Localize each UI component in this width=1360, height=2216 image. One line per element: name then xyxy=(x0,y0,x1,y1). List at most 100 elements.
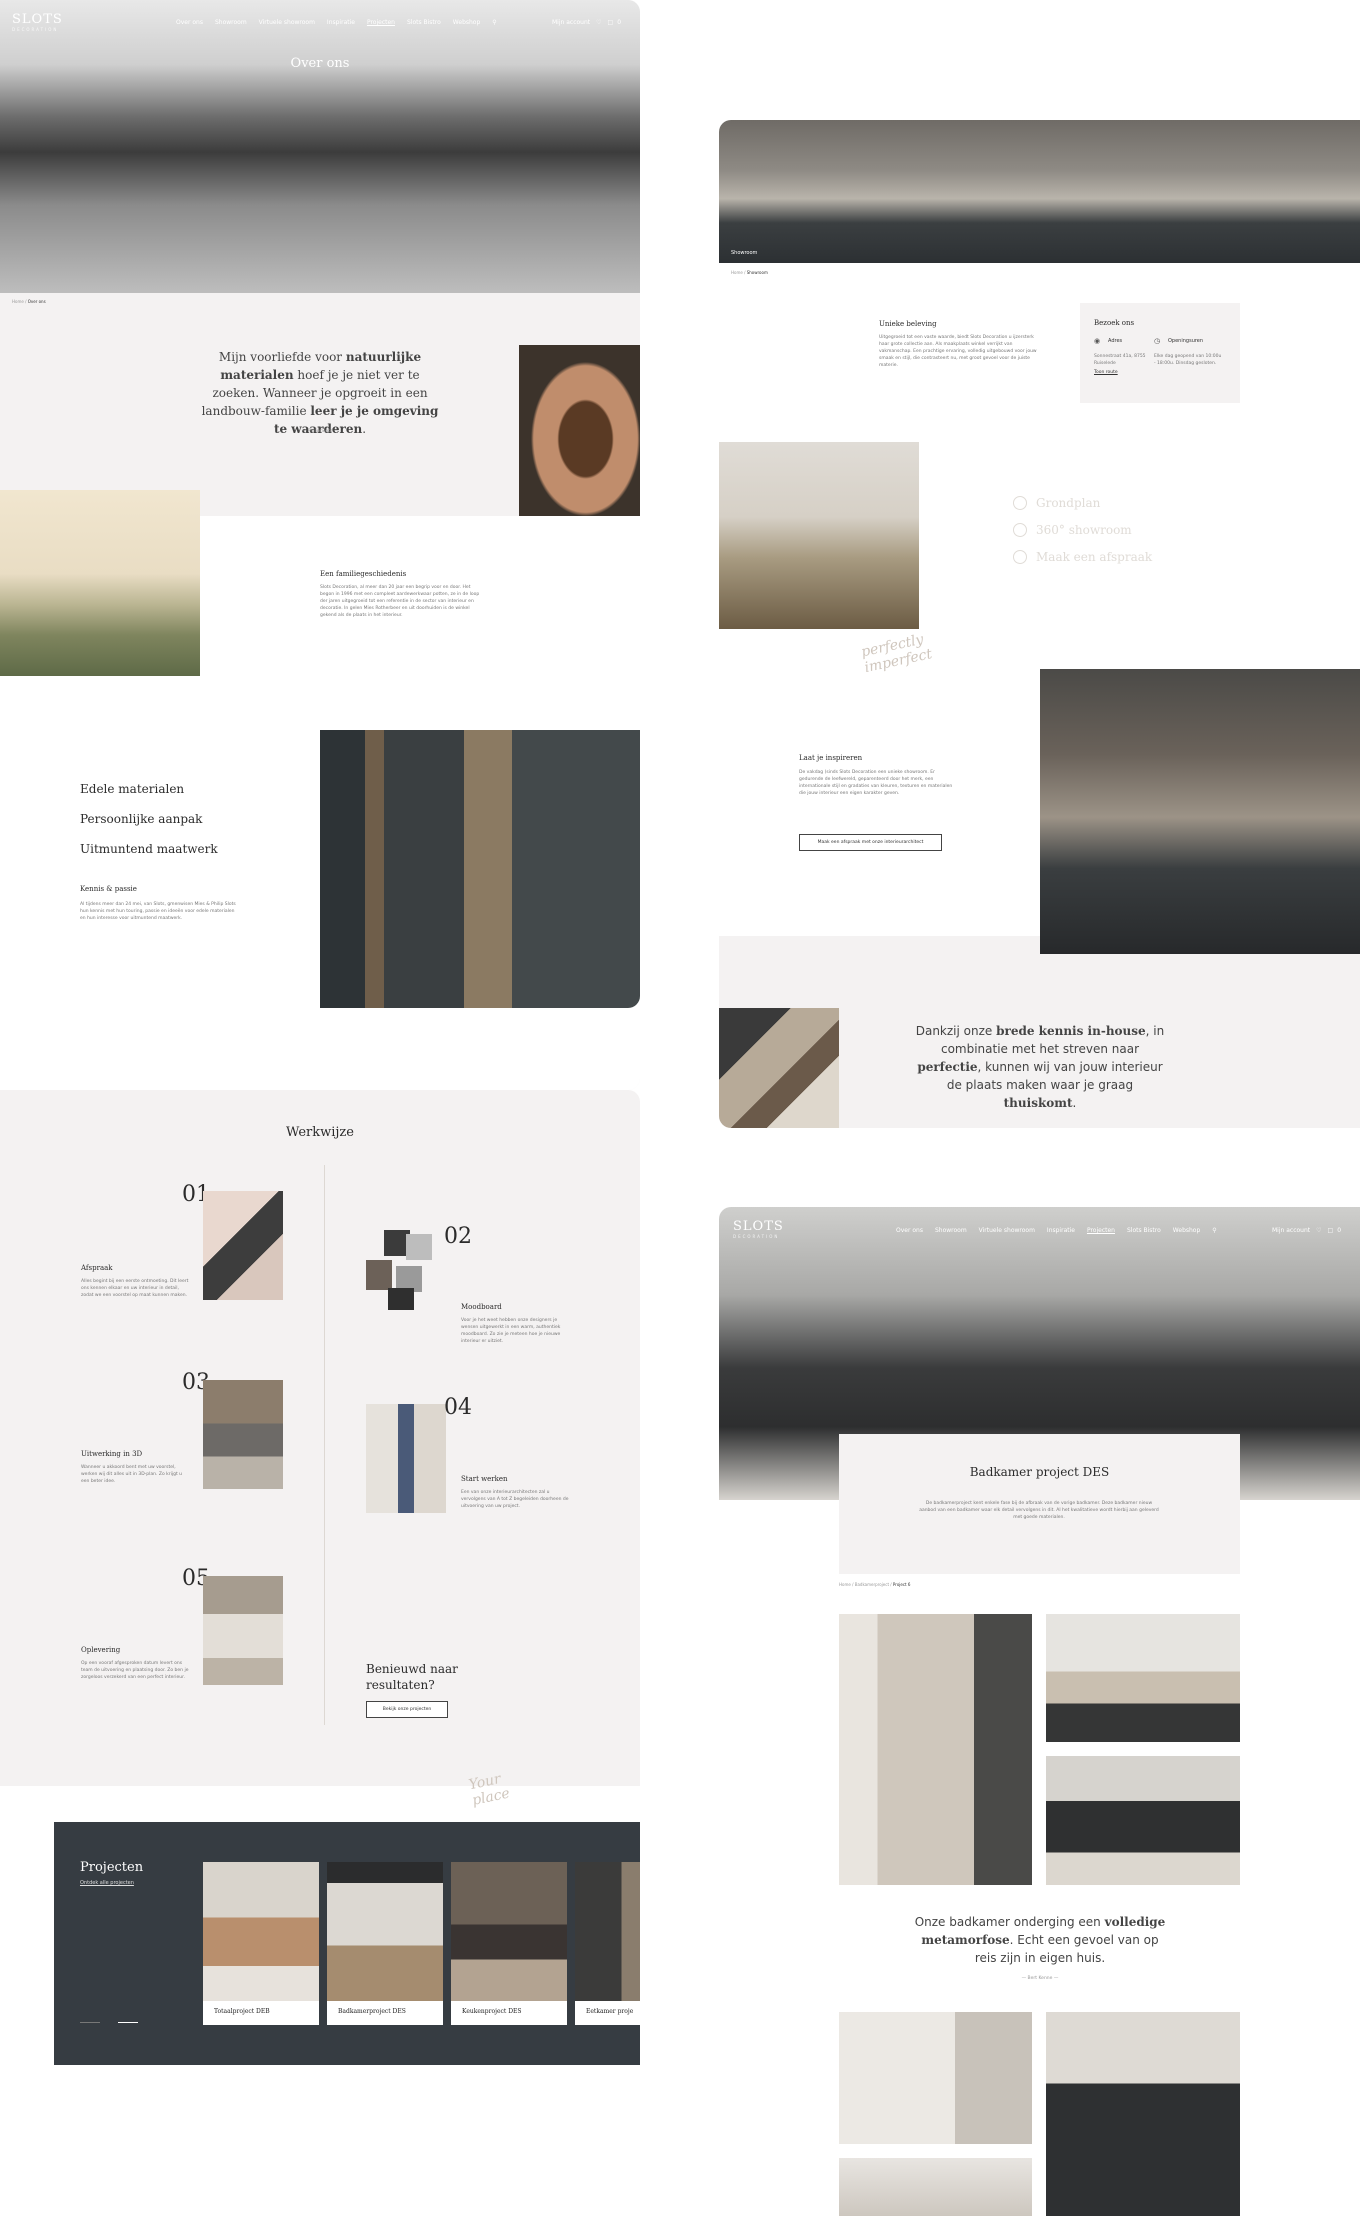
step-02-text: Voor je het weet hebben onze designers j… xyxy=(461,1318,561,1344)
account-nav: Mijn account ♡ □ 0 xyxy=(552,19,633,26)
timeline-divider xyxy=(324,1165,325,1725)
step-05-image xyxy=(203,1576,283,1685)
nav-item-virtuele-showroom[interactable]: Virtuele showroom xyxy=(259,19,315,26)
all-projects-link[interactable]: Ontdek alle projecten xyxy=(80,1880,134,1886)
nav-item-over-ons[interactable]: Over ons xyxy=(176,19,203,26)
visit-title: Bezoek ons xyxy=(1094,319,1135,327)
hero-image-man-with-horse xyxy=(0,0,640,293)
projects-title: Projecten xyxy=(80,1860,144,1875)
family-title: Een familiegeschiedenis xyxy=(320,570,407,578)
beleving-title: Unieke beleving xyxy=(879,320,937,328)
nav-item-projecten[interactable]: Projecten xyxy=(1087,1227,1115,1234)
nav-item-webshop[interactable]: Webshop xyxy=(1173,1227,1201,1234)
visit-us-card: Bezoek ons ◉ Adres Sonnestraat 41a, 8755… xyxy=(1080,303,1240,403)
nav-item-slots-bistro[interactable]: Slots Bistro xyxy=(1127,1227,1161,1234)
quote-text: . xyxy=(1072,1096,1077,1110)
passion-text: Al tijdens meer dan 24 mei, van Slots, g… xyxy=(80,902,236,921)
gallery-image[interactable] xyxy=(839,2158,1032,2216)
appointment-link[interactable]: Maak een afspraak xyxy=(1013,550,1152,564)
value-edele-materialen: Edele materialen xyxy=(80,782,185,796)
project-card[interactable]: Eetkamer proje xyxy=(575,1862,640,2025)
over-ons-page: SLOTS DECORATION Over ons Showroom Virtu… xyxy=(0,0,640,1090)
gallery-image[interactable] xyxy=(1046,2012,1240,2216)
client-quote: Onze badkamer onderging een volledige me… xyxy=(910,1913,1170,1967)
gallery-image[interactable] xyxy=(839,1614,1032,1885)
check-icon xyxy=(1013,550,1027,564)
step-04-text: Een van onze interieurarchitecten zal u … xyxy=(461,1490,569,1509)
showroom-hero-label: Showroom xyxy=(731,250,758,256)
gallery-image[interactable] xyxy=(1046,1756,1240,1885)
project-card-title: Keukenproject DES xyxy=(462,2008,522,2015)
breadcrumb-home[interactable]: Home xyxy=(731,270,743,275)
kitchen-island-image xyxy=(1040,669,1360,954)
gallery-image[interactable] xyxy=(1046,1614,1240,1742)
heart-icon[interactable]: ♡ xyxy=(1316,1227,1321,1234)
prev-arrow-icon[interactable] xyxy=(80,2022,100,2023)
nav-item-over-ons[interactable]: Over ons xyxy=(896,1227,923,1234)
showroom-hero-image xyxy=(719,120,1360,263)
address-label: Adres xyxy=(1108,338,1123,344)
beleving-text: Uitgegroeid tot een vaste waarde, biedt … xyxy=(879,335,1037,368)
value-uitmuntend-maatwerk: Uitmuntend maatwerk xyxy=(80,842,218,856)
project-card-image xyxy=(203,1862,319,2001)
project-card[interactable]: Badkamerproject DES xyxy=(327,1862,443,2025)
nav-item-webshop[interactable]: Webshop xyxy=(453,19,481,26)
nav-item-inspiratie[interactable]: Inspiratie xyxy=(1047,1227,1075,1234)
search-icon[interactable]: ⚲ xyxy=(1212,1227,1216,1234)
search-icon[interactable]: ⚲ xyxy=(492,19,496,26)
misty-field-image xyxy=(0,490,200,676)
nav-item-showroom[interactable]: Showroom xyxy=(215,19,247,26)
360-icon xyxy=(1013,523,1027,537)
project-breadcrumb: Home / Badkamerproject / Project 6 xyxy=(839,1582,911,1587)
site-logo[interactable]: SLOTS DECORATION xyxy=(12,12,63,32)
nav-item-slots-bistro[interactable]: Slots Bistro xyxy=(407,19,441,26)
book-appointment-button[interactable]: Maak een afspraak met onze interieurarch… xyxy=(799,834,942,851)
moodboard-swatch xyxy=(388,1288,414,1310)
project-card-image xyxy=(575,1862,640,2001)
quote-emphasis: brede kennis in-house xyxy=(996,1024,1146,1038)
breadcrumb-current: Project 6 xyxy=(892,1582,911,1587)
breadcrumb-current: Over ons xyxy=(27,299,46,304)
cart-icon[interactable]: □ xyxy=(608,19,614,26)
route-link[interactable]: Toon route xyxy=(1094,370,1118,375)
logo-text: SLOTS xyxy=(733,1219,784,1234)
nav-item-inspiratie[interactable]: Inspiratie xyxy=(327,19,355,26)
project-card-title: Totaalproject DEB xyxy=(214,2008,270,2015)
client-quote-author: — Bert Kenne — xyxy=(1021,1976,1059,1981)
showroom-breadcrumb: Home / Showroom xyxy=(731,270,768,275)
breadcrumb-home[interactable]: Home xyxy=(12,299,24,304)
step-number-02: 02 xyxy=(444,1224,472,1249)
project-card-image xyxy=(327,1862,443,2001)
hands-with-soil-image xyxy=(519,345,640,516)
breadcrumb: Home / Over ons xyxy=(12,299,46,304)
family-text: Slots Decoration, al meer dan 20 jaar ee… xyxy=(320,585,480,618)
360-showroom-link[interactable]: 360° showroom xyxy=(1013,523,1152,537)
soap-dispenser-image xyxy=(719,442,919,629)
project-card[interactable]: Totaalproject DEB xyxy=(203,1862,319,2025)
quote-text: Dankzij onze xyxy=(915,1024,997,1038)
address-text: Sonnestraat 41a, 8755 Ruiselede xyxy=(1094,354,1146,366)
step-01-title: Afspraak xyxy=(81,1264,113,1272)
nav-item-virtuele-showroom[interactable]: Virtuele showroom xyxy=(979,1227,1035,1234)
account-link[interactable]: Mijn account xyxy=(1272,1227,1310,1234)
handwriting-your-place: Your place xyxy=(467,1770,512,1809)
account-nav: Mijn account ♡ □ 0 xyxy=(1272,1227,1353,1234)
nav-item-showroom[interactable]: Showroom xyxy=(935,1227,967,1234)
view-projects-button[interactable]: Bekijk onze projecten xyxy=(366,1701,448,1718)
project-title: Badkamer project DES xyxy=(969,1465,1110,1479)
hours-label: Openingsuren xyxy=(1168,338,1204,344)
site-logo[interactable]: SLOTS DECORATION xyxy=(733,1219,784,1239)
floorplan-link[interactable]: Grondplan xyxy=(1013,496,1152,510)
account-link[interactable]: Mijn account xyxy=(552,19,590,26)
project-card[interactable]: Keukenproject DES xyxy=(451,1862,567,2025)
breadcrumb-home[interactable]: Home xyxy=(839,1582,851,1587)
360-showroom-label: 360° showroom xyxy=(1036,523,1132,537)
next-arrow-icon[interactable] xyxy=(118,2022,138,2023)
nav-item-projecten[interactable]: Projecten xyxy=(367,19,395,26)
gallery-image[interactable] xyxy=(839,2012,1032,2144)
moodboard-swatch xyxy=(366,1260,392,1290)
inspire-title: Laat je inspireren xyxy=(799,754,863,762)
breadcrumb-category[interactable]: Badkamerproject xyxy=(855,1582,889,1587)
cart-icon[interactable]: □ xyxy=(1328,1227,1334,1234)
heart-icon[interactable]: ♡ xyxy=(596,19,601,26)
